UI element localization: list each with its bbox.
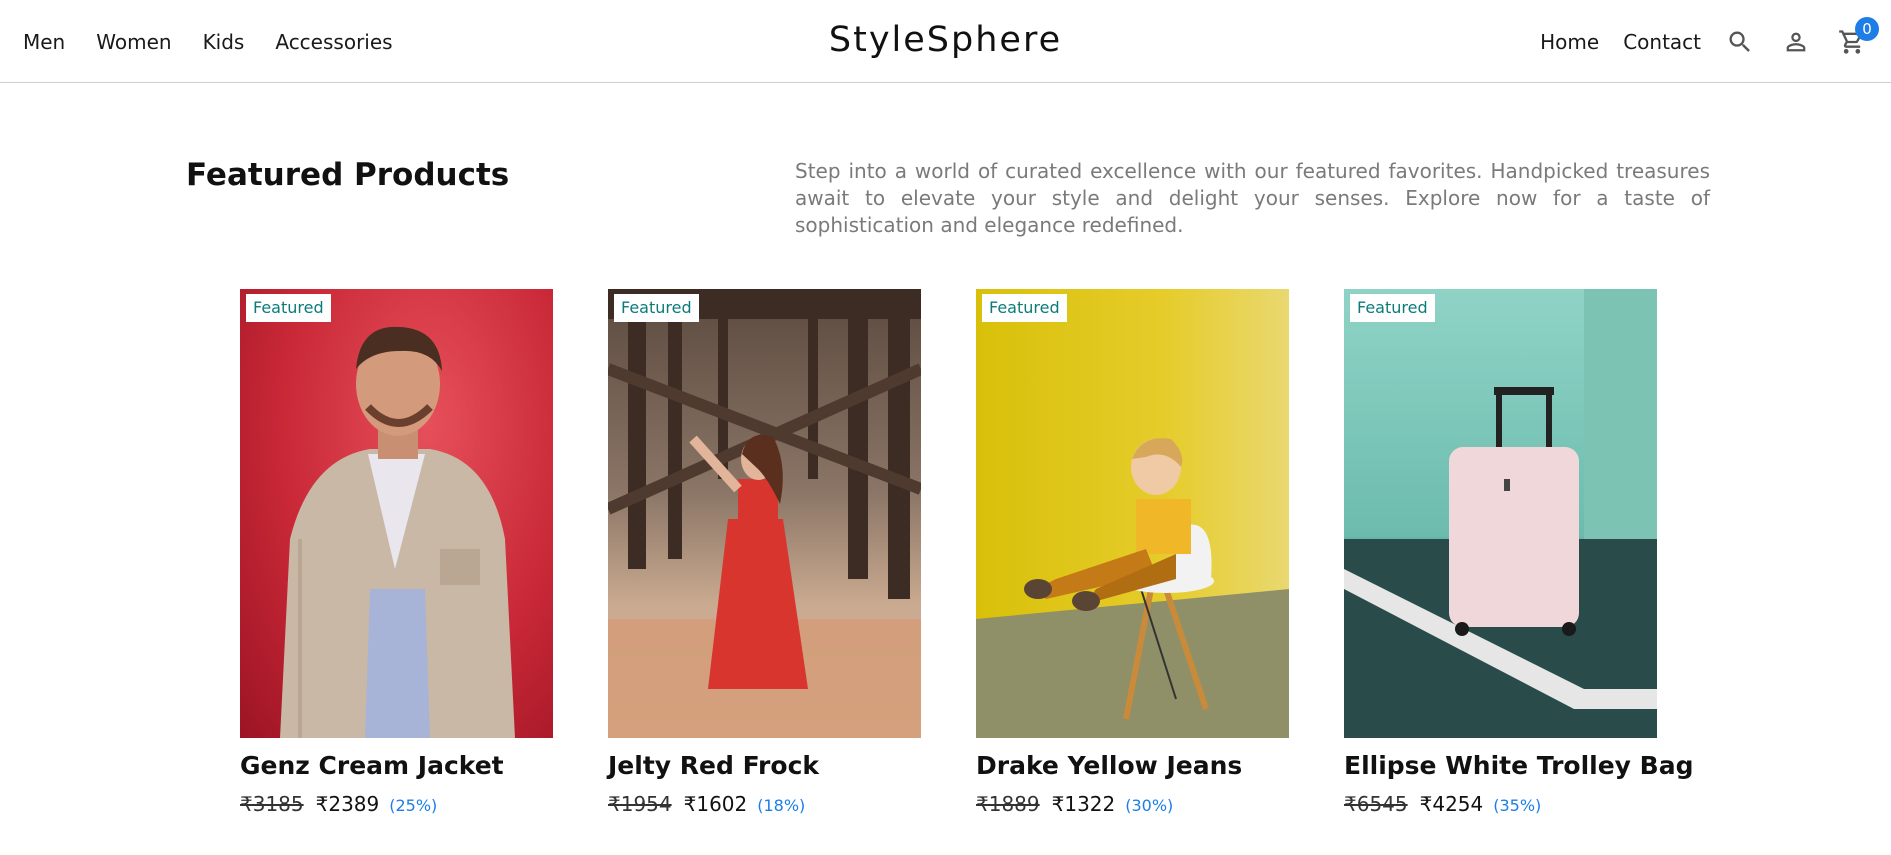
sale-price: ₹4254 <box>1419 792 1484 816</box>
price-row: ₹1954 ₹1602 (18%) <box>608 792 921 816</box>
account-button[interactable] <box>1781 27 1811 57</box>
product-card[interactable]: Featured Ellipse White Trolley Bag ₹6545… <box>1344 289 1694 816</box>
product-image-jeans[interactable]: Featured <box>976 289 1289 738</box>
brand-logo[interactable]: StyleSphere <box>829 20 1062 60</box>
featured-badge: Featured <box>246 294 331 322</box>
product-name[interactable]: Genz Cream Jacket <box>240 751 553 780</box>
sale-price: ₹1602 <box>683 792 748 816</box>
nav-link-accessories[interactable]: Accessories <box>275 30 392 54</box>
product-grid: Featured Genz Cream Jacket ₹3185 ₹2389 (… <box>240 289 1694 816</box>
search-button[interactable] <box>1725 27 1755 57</box>
utility-nav: Home Contact 0 <box>1540 0 1891 83</box>
product-card[interactable]: Featured Drake Yellow Jeans ₹1889 ₹1322 … <box>976 289 1289 816</box>
nav-link-home[interactable]: Home <box>1540 30 1599 54</box>
price-row: ₹1889 ₹1322 (30%) <box>976 792 1289 816</box>
featured-badge: Featured <box>1350 294 1435 322</box>
product-photo-frock <box>608 289 921 738</box>
discount-label: (35%) <box>1493 796 1542 815</box>
discount-label: (25%) <box>389 796 438 815</box>
product-photo-jacket <box>280 326 515 738</box>
featured-badge: Featured <box>982 294 1067 322</box>
sale-price: ₹1322 <box>1051 792 1116 816</box>
product-photo-trolley <box>1344 289 1657 738</box>
category-nav: Men Women Kids Accessories <box>23 0 424 83</box>
product-name[interactable]: Drake Yellow Jeans <box>976 751 1289 780</box>
discount-label: (18%) <box>757 796 806 815</box>
section-title: Featured Products <box>186 157 510 193</box>
cart-button[interactable]: 0 <box>1837 16 1879 57</box>
product-image-trolley[interactable]: Featured <box>1344 289 1657 738</box>
original-price: ₹6545 <box>1344 792 1408 816</box>
product-card[interactable]: Featured Jelty Red Frock ₹1954 ₹1602 (18… <box>608 289 921 816</box>
cart-count-badge: 0 <box>1855 16 1879 41</box>
sale-price: ₹2389 <box>315 792 380 816</box>
original-price: ₹3185 <box>240 792 304 816</box>
section-description: Step into a world of curated excellence … <box>795 159 1710 237</box>
original-price: ₹1954 <box>608 792 672 816</box>
price-row: ₹6545 ₹4254 (35%) <box>1344 792 1657 816</box>
user-icon <box>1786 32 1806 51</box>
nav-link-men[interactable]: Men <box>23 30 65 54</box>
site-header: Men Women Kids Accessories StyleSphere H… <box>0 0 1891 83</box>
product-image-frock[interactable]: Featured <box>608 289 921 738</box>
original-price: ₹1889 <box>976 792 1040 816</box>
nav-link-women[interactable]: Women <box>96 30 171 54</box>
price-row: ₹3185 ₹2389 (25%) <box>240 792 553 816</box>
product-name[interactable]: Jelty Red Frock <box>608 751 921 780</box>
product-name[interactable]: Ellipse White Trolley Bag <box>1344 751 1694 780</box>
product-card[interactable]: Featured Genz Cream Jacket ₹3185 ₹2389 (… <box>240 289 553 816</box>
nav-link-kids[interactable]: Kids <box>203 30 245 54</box>
product-image-jacket[interactable]: Featured <box>240 289 553 738</box>
product-photo-jeans <box>976 438 1289 738</box>
featured-badge: Featured <box>614 294 699 322</box>
search-icon <box>1729 31 1750 52</box>
discount-label: (30%) <box>1125 796 1174 815</box>
nav-link-contact[interactable]: Contact <box>1623 30 1701 54</box>
